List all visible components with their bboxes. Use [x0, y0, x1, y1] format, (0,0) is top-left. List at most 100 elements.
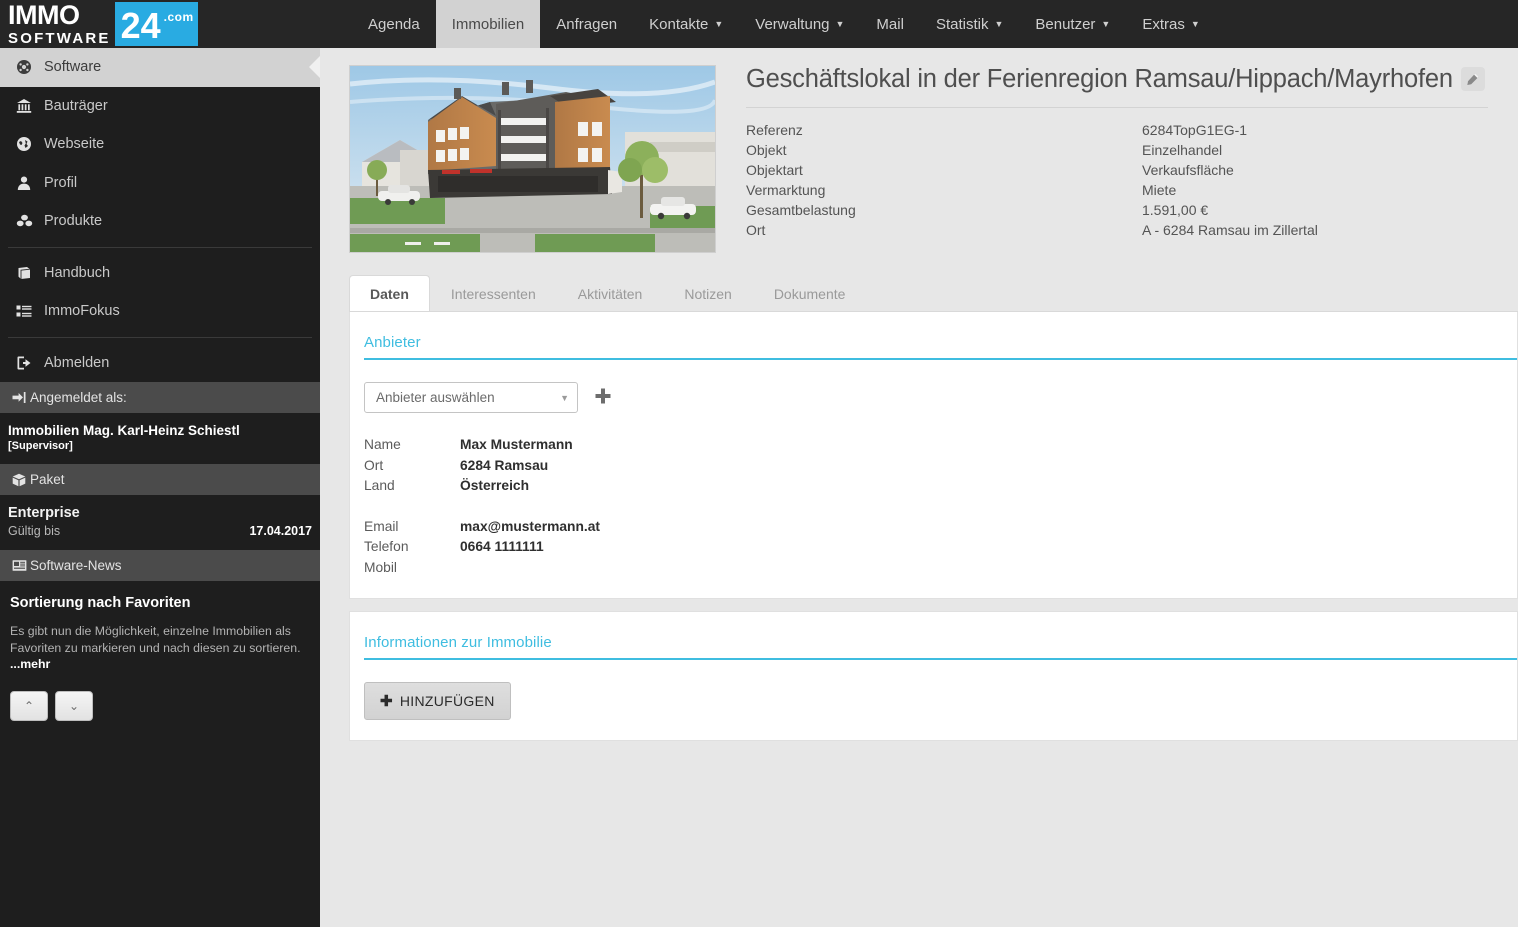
field-value: Einzelhandel [1142, 142, 1223, 159]
nav-label: Anfragen [556, 15, 618, 33]
contact-label: Name [364, 437, 401, 452]
tab-aktivitaeten[interactable]: Aktivitäten [557, 275, 664, 311]
tab-benutzer[interactable]: Benutzer ▼ [1019, 0, 1126, 48]
sidebar-item-immofokus[interactable]: ImmoFokus [0, 292, 320, 331]
property-thumbnail[interactable] [349, 65, 716, 253]
user-name: Immobilien Mag. Karl-Heinz Schiestl [8, 423, 240, 438]
tab-dokumente[interactable]: Dokumente [753, 275, 867, 311]
nav-label: Agenda [368, 15, 420, 33]
sidebar-item-label: ImmoFokus [44, 303, 120, 320]
contact-label: Email [364, 518, 399, 534]
brand-wordmark: IMMO SOFTWARE [8, 2, 111, 47]
anbieter-select-value: Anbieter auswählen [376, 390, 495, 405]
sidebar-nav: Software Bauträger Webseite Profil Produ… [0, 48, 320, 382]
property-title-row: Geschäftslokal in der Ferienregion Ramsa… [746, 65, 1488, 93]
property-info: Geschäftslokal in der Ferienregion Ramsa… [716, 65, 1518, 253]
field-label: Referenz [746, 122, 803, 139]
brand-logo[interactable]: IMMO SOFTWARE 24 .com [0, 0, 320, 48]
book-icon [10, 265, 38, 281]
immobilie-info-panel: Informationen zur Immobilie ✚ HINZUFÜGEN [349, 611, 1518, 741]
tab-notizen[interactable]: Notizen [663, 275, 752, 311]
logged-in-label: Angemeldet als: [30, 390, 127, 405]
contact-value: Max Mustermann [460, 437, 573, 452]
add-button-label: HINZUFÜGEN [399, 693, 495, 709]
brand-com-text: .com [163, 10, 194, 24]
add-anbieter-button[interactable] [594, 387, 612, 409]
field-label: Objektart [746, 162, 803, 179]
field-label: Ort [746, 222, 766, 239]
contact-spacer [364, 497, 1517, 517]
tab-anfragen[interactable]: Anfragen [540, 0, 633, 48]
globe-icon [10, 136, 38, 152]
tab-extras[interactable]: Extras ▼ [1126, 0, 1215, 48]
sidebar-divider [8, 246, 312, 248]
news-headline: Sortierung nach Favoriten [10, 595, 191, 611]
sidebar-item-produkte[interactable]: Produkte [0, 202, 320, 241]
immobilie-section-title: Informationen zur Immobilie [364, 634, 552, 651]
chevron-down-icon: ▼ [994, 19, 1004, 29]
edit-title-button[interactable] [1460, 67, 1485, 92]
contact-row: Email max@mustermann.at [364, 517, 1517, 538]
property-field-row: Objekt Einzelhandel [746, 140, 1488, 160]
tab-label: Notizen [684, 286, 732, 302]
tab-kontakte[interactable]: Kontakte ▼ [633, 0, 739, 48]
tab-immobilien[interactable]: Immobilien [435, 0, 541, 48]
chevron-down-icon: ▼ [1190, 19, 1200, 29]
field-value: Verkaufsfläche [1142, 162, 1234, 179]
immobilie-info-body: Informationen zur Immobilie ✚ HINZUFÜGEN [350, 612, 1517, 740]
add-information-button[interactable]: ✚ HINZUFÜGEN [364, 682, 511, 720]
tab-statistik[interactable]: Statistik ▼ [920, 0, 1019, 48]
sidebar-item-abmelden[interactable]: Abmelden [0, 344, 320, 383]
sidebar-item-profil[interactable]: Profil [0, 164, 320, 203]
page-title: Geschäftslokal in der Ferienregion Ramsa… [746, 65, 1453, 93]
paket-details: Enterprise Gültig bis 17.04.2017 [0, 495, 320, 550]
sign-in-icon [8, 391, 30, 404]
property-field-row: Objektart Verkaufsfläche [746, 160, 1488, 180]
news-prev-button[interactable]: ⌃ [10, 690, 48, 721]
paket-label: Paket [30, 472, 65, 487]
cubes-icon [10, 213, 38, 229]
immobilie-section-rule [364, 658, 1517, 660]
detail-tabs: Daten Interessenten Aktivitäten Notizen … [349, 275, 1518, 311]
contact-row: Mobil [364, 558, 1517, 579]
anbieter-contact-secondary: Email max@mustermann.at Telefon 0664 111… [364, 517, 1517, 579]
user-icon [10, 175, 38, 191]
chevron-down-icon: ▼ [714, 19, 724, 29]
sidebar: IMMO SOFTWARE 24 .com Software Bauträger [0, 0, 320, 927]
plus-icon: ✚ [380, 693, 393, 710]
contact-value: Österreich [460, 478, 530, 493]
anbieter-section-title: Anbieter [364, 334, 421, 351]
field-value: 6284TopG1EG-1 [1142, 122, 1248, 139]
property-field-row: Gesamtbelastung 1.591,00 € [746, 200, 1488, 220]
tab-interessenten[interactable]: Interessenten [430, 275, 557, 311]
tab-label: Daten [370, 286, 409, 302]
chevron-down-icon: ⌄ [68, 698, 80, 713]
property-header: Geschäftslokal in der Ferienregion Ramsa… [320, 48, 1518, 253]
tab-mail[interactable]: Mail [860, 0, 920, 48]
anbieter-select[interactable]: Anbieter auswählen ▼ [364, 382, 578, 413]
sidebar-divider [8, 336, 312, 338]
sidebar-item-software[interactable]: Software [0, 48, 320, 87]
property-field-row: Ort A - 6284 Ramsau im Zillertal [746, 220, 1488, 240]
chevron-down-icon: ▼ [560, 392, 569, 403]
tab-verwaltung[interactable]: Verwaltung ▼ [739, 0, 860, 48]
tab-label: Aktivitäten [577, 286, 643, 302]
news-next-button[interactable]: ⌄ [55, 690, 93, 721]
news-more-link[interactable]: ...mehr [10, 657, 50, 671]
contact-label: Telefon [364, 539, 409, 554]
contact-value: 0664 1111111 [460, 539, 544, 554]
tab-agenda[interactable]: Agenda [352, 0, 436, 48]
contact-label: Mobil [364, 559, 397, 575]
logged-in-header: Angemeldet als: [0, 382, 320, 413]
tab-daten[interactable]: Daten [349, 275, 430, 311]
sidebar-item-webseite[interactable]: Webseite [0, 125, 320, 164]
sidebar-item-label: Handbuch [44, 264, 111, 281]
nav-label: Verwaltung [755, 15, 830, 33]
anbieter-contact-primary: Name Max Mustermann Ort 6284 Ramsau Land… [364, 435, 1517, 497]
sidebar-item-handbuch[interactable]: Handbuch [0, 254, 320, 293]
sidebar-item-bautraeger[interactable]: Bauträger [0, 87, 320, 126]
sidebar-item-label: Webseite [44, 136, 105, 153]
chevron-down-icon: ▼ [1101, 19, 1111, 29]
sidebar-item-label: Bauträger [44, 97, 108, 114]
main-content: Geschäftslokal in der Ferienregion Ramsa… [320, 48, 1518, 927]
